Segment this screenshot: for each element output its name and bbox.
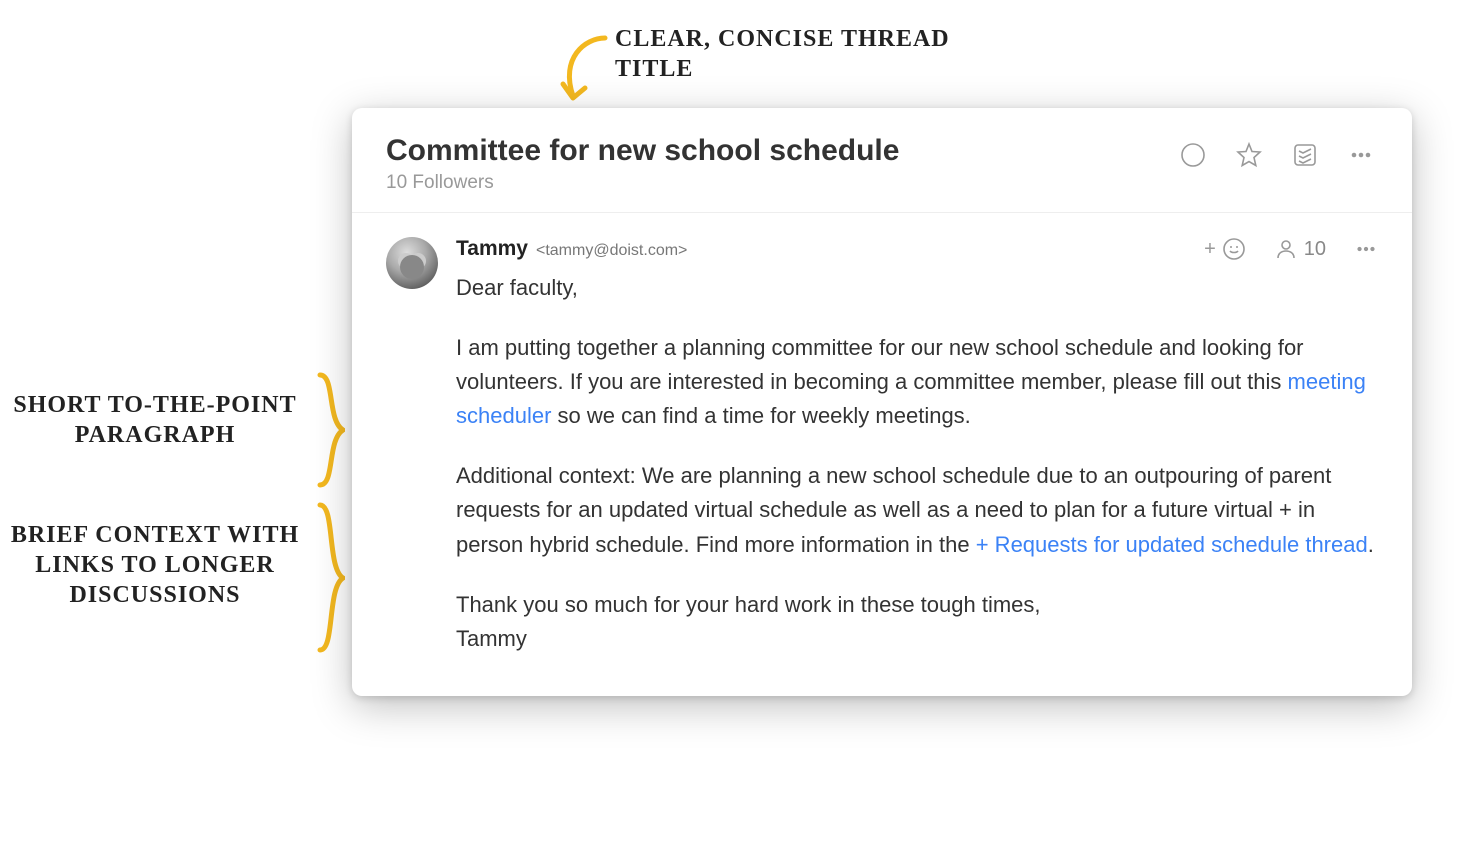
greeting: Dear faculty,: [456, 271, 1378, 305]
text: Tammy: [456, 626, 527, 651]
annotation-title: Clear, concise thread title: [615, 24, 1015, 84]
todoist-icon[interactable]: [1292, 142, 1318, 168]
thread-card: Committee for new school schedule 10 Fol…: [352, 108, 1412, 696]
thread-title: Committee for new school schedule: [386, 134, 1180, 168]
author-email: <tammy@doist.com>: [536, 242, 687, 260]
signoff: Thank you so much for your hard work in …: [456, 588, 1378, 656]
message: Tammy <tammy@doist.com> + 10: [352, 213, 1412, 696]
text: .: [1368, 532, 1374, 557]
text: Thank you so much for your hard work in …: [456, 592, 1041, 617]
add-reaction-button[interactable]: +: [1204, 237, 1246, 261]
text: I am putting together a planning committ…: [456, 335, 1304, 394]
message-body: Dear faculty, I am putting together a pl…: [456, 271, 1378, 656]
brace-icon: [315, 370, 345, 490]
circle-icon[interactable]: [1180, 142, 1206, 168]
message-more-icon[interactable]: [1354, 237, 1378, 261]
annotation-context: Brief context with links to longer discu…: [0, 520, 310, 610]
paragraph-2: Additional context: We are planning a ne…: [456, 459, 1378, 561]
author-name: Tammy: [456, 237, 528, 261]
thread-header: Committee for new school schedule 10 Fol…: [352, 108, 1412, 213]
requests-thread-link[interactable]: + Requests for updated schedule thread: [976, 532, 1368, 557]
more-icon[interactable]: [1348, 142, 1374, 168]
followers-count: 10: [1304, 238, 1326, 261]
followers-label: 10 Followers: [386, 172, 1180, 194]
followers-button[interactable]: 10: [1274, 237, 1326, 261]
star-icon[interactable]: [1236, 142, 1262, 168]
annotation-paragraph: Short to-the-point paragraph: [0, 390, 310, 450]
arrow-icon: [545, 28, 615, 108]
avatar: [386, 237, 438, 289]
thread-actions: [1180, 134, 1378, 168]
text: so we can find a time for weekly meeting…: [551, 403, 970, 428]
paragraph-1: I am putting together a planning committ…: [456, 331, 1378, 433]
brace-icon: [315, 500, 345, 655]
